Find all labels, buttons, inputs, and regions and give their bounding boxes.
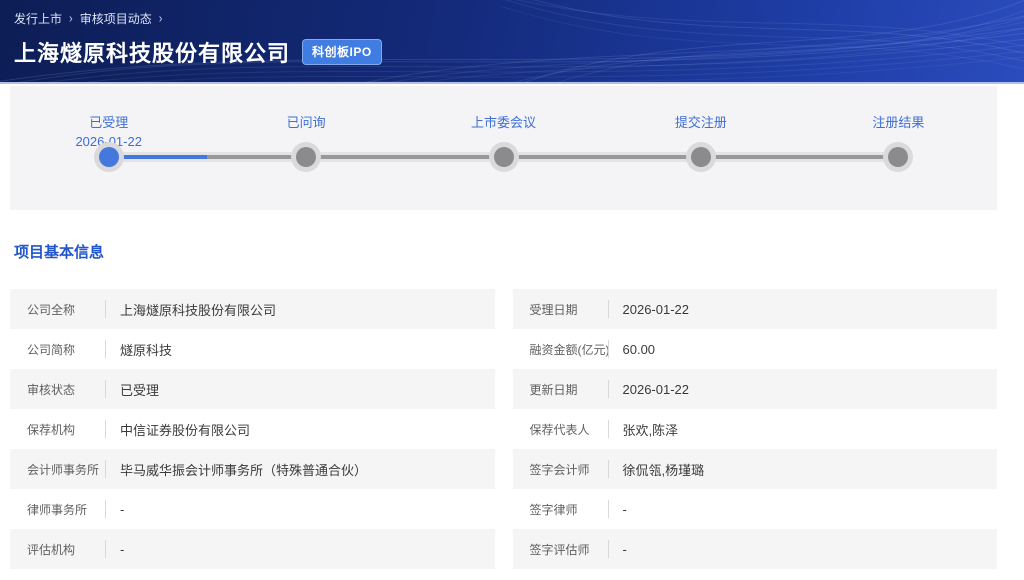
row-value: 上海燧原科技股份有限公司: [120, 300, 276, 319]
table-row-accounting-firm: 会计师事务所 毕马威华振会计师事务所（特殊普通合伙）: [10, 449, 495, 489]
row-label: 公司简称: [27, 341, 105, 358]
step-label: 注册结果: [800, 112, 997, 131]
label-value-divider: [105, 500, 106, 518]
step-registration-submitted: 提交注册: [602, 86, 799, 210]
row-label: 律师事务所: [27, 501, 105, 518]
label-value-divider: [608, 300, 609, 318]
row-label: 审核状态: [27, 381, 105, 398]
step-accepted: 已受理 2026-01-22: [10, 86, 207, 210]
step-label: 已受理: [10, 112, 207, 131]
label-value-divider: [105, 420, 106, 438]
ipo-board-badge: 科创板IPO: [302, 39, 382, 65]
table-row-sponsor-institution: 保荐机构 中信证券股份有限公司: [10, 409, 495, 449]
breadcrumb-item-review-project-updates[interactable]: 审核项目动态: [80, 10, 152, 27]
label-value-divider: [105, 300, 106, 318]
page-header-banner: 发行上市 › 审核项目动态 › 上海燧原科技股份有限公司 科创板IPO: [0, 0, 1024, 84]
table-row-company-full-name: 公司全称 上海燧原科技股份有限公司: [10, 289, 495, 329]
table-row-signing-appraiser: 签字评估师 -: [513, 529, 998, 569]
review-progress-stepper: 已受理 2026-01-22 已问询 上市委会议 提交注册 注册结果: [10, 86, 997, 210]
step-inquired: 已问询: [207, 86, 404, 210]
label-value-divider: [608, 340, 609, 358]
row-label: 签字评估师: [530, 541, 608, 558]
row-label: 更新日期: [530, 381, 608, 398]
label-value-divider: [608, 540, 609, 558]
row-value: 张欢,陈泽: [623, 420, 679, 439]
table-row-update-date: 更新日期 2026-01-22: [513, 369, 998, 409]
table-row-signing-lawyer: 签字律师 -: [513, 489, 998, 529]
project-basic-info-table: 公司全称 上海燧原科技股份有限公司 公司简称 燧原科技 审核状态 已受理 保荐机…: [10, 289, 997, 569]
row-label: 签字律师: [530, 501, 608, 518]
row-value: 中信证券股份有限公司: [120, 420, 250, 439]
label-value-divider: [608, 420, 609, 438]
row-label: 签字会计师: [530, 461, 608, 478]
row-value: -: [120, 542, 124, 557]
label-value-divider: [105, 460, 106, 478]
step-dot-active: [94, 142, 124, 172]
row-label: 融资金额(亿元): [530, 341, 608, 358]
row-value: 已受理: [120, 380, 159, 399]
section-title-basic-info: 项目基本信息: [14, 241, 1024, 262]
step-dot: [489, 142, 519, 172]
label-value-divider: [608, 460, 609, 478]
step-dot: [883, 142, 913, 172]
page-title-company-name: 上海燧原科技股份有限公司: [14, 36, 290, 68]
table-row-review-status: 审核状态 已受理: [10, 369, 495, 409]
row-label: 保荐代表人: [530, 421, 608, 438]
breadcrumb-separator-icon: ›: [159, 12, 163, 26]
info-table-left: 公司全称 上海燧原科技股份有限公司 公司简称 燧原科技 审核状态 已受理 保荐机…: [10, 289, 495, 569]
info-table-right: 受理日期 2026-01-22 融资金额(亿元) 60.00 更新日期 2026…: [513, 289, 998, 569]
row-value: -: [120, 502, 124, 517]
row-value: -: [623, 502, 627, 517]
label-value-divider: [105, 380, 106, 398]
row-label: 会计师事务所: [27, 461, 105, 478]
label-value-divider: [608, 380, 609, 398]
table-row-company-short-name: 公司简称 燧原科技: [10, 329, 495, 369]
table-row-appraisal-institution: 评估机构 -: [10, 529, 495, 569]
table-row-law-firm: 律师事务所 -: [10, 489, 495, 529]
table-row-acceptance-date: 受理日期 2026-01-22: [513, 289, 998, 329]
step-label: 提交注册: [602, 112, 799, 131]
label-value-divider: [105, 340, 106, 358]
step-label: 已问询: [207, 112, 404, 131]
row-label: 公司全称: [27, 301, 105, 318]
row-value: -: [623, 542, 627, 557]
breadcrumb-separator-icon: ›: [69, 12, 73, 26]
row-label: 保荐机构: [27, 421, 105, 438]
table-row-financing-amount: 融资金额(亿元) 60.00: [513, 329, 998, 369]
row-value: 燧原科技: [120, 340, 172, 359]
row-label: 受理日期: [530, 301, 608, 318]
label-value-divider: [105, 540, 106, 558]
step-dot: [291, 142, 321, 172]
row-value: 2026-01-22: [623, 382, 690, 397]
row-value: 徐侃瓴,杨瑾璐: [623, 460, 705, 479]
label-value-divider: [608, 500, 609, 518]
step-registration-result: 注册结果: [800, 86, 997, 210]
step-label: 上市委会议: [405, 112, 602, 131]
row-value: 毕马威华振会计师事务所（特殊普通合伙）: [120, 460, 367, 479]
row-value: 60.00: [623, 342, 656, 357]
row-value: 2026-01-22: [623, 302, 690, 317]
step-listing-committee: 上市委会议: [405, 86, 602, 210]
table-row-signing-accountants: 签字会计师 徐侃瓴,杨瑾璐: [513, 449, 998, 489]
table-row-sponsor-representatives: 保荐代表人 张欢,陈泽: [513, 409, 998, 449]
breadcrumb: 发行上市 › 审核项目动态 ›: [14, 10, 1024, 27]
breadcrumb-item-issue-listing[interactable]: 发行上市: [14, 10, 62, 27]
step-dot: [686, 142, 716, 172]
row-label: 评估机构: [27, 541, 105, 558]
